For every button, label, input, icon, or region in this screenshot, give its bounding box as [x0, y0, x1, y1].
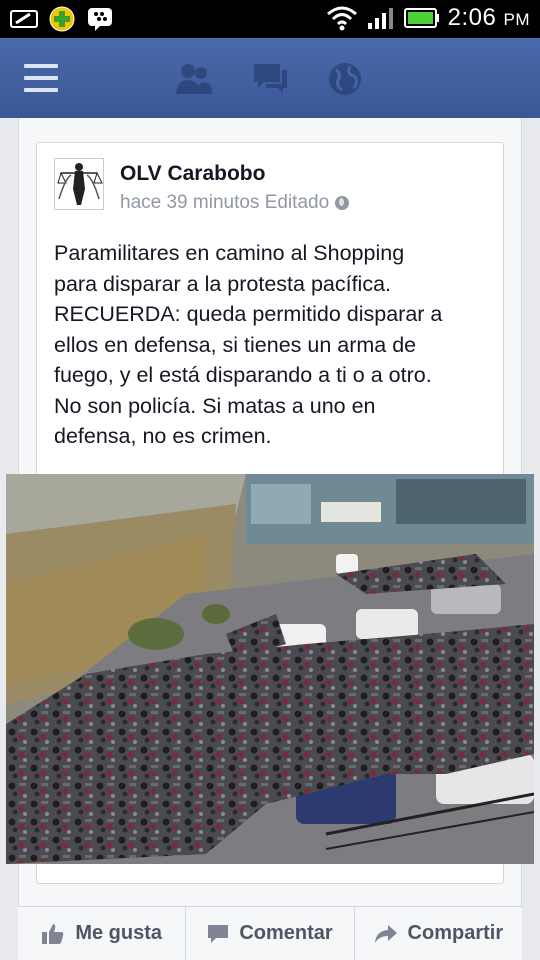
status-bar: 2:06 PM: [0, 0, 540, 38]
clock-ampm: PM: [503, 10, 530, 29]
menu-icon[interactable]: [24, 64, 58, 92]
notifications-globe-icon[interactable]: [326, 60, 366, 98]
plus-icon: [48, 6, 76, 32]
clock-time: 2:06: [447, 4, 497, 31]
friend-requests-icon[interactable]: [174, 60, 214, 98]
system-icons: 2:06 PM: [326, 4, 530, 32]
comment-icon: [208, 924, 229, 943]
comment-button[interactable]: Comentar: [186, 907, 355, 960]
post-time[interactable]: hace 39 minutos Editado: [120, 192, 329, 214]
comment-label: Comentar: [239, 922, 333, 944]
post-author[interactable]: OLV Carabobo: [120, 162, 265, 186]
wifi-icon: [326, 6, 357, 31]
post-meta: hace 39 minutos Editado: [120, 192, 350, 214]
like-label: Me gusta: [75, 922, 162, 944]
globe-icon: [335, 196, 350, 210]
post-photo[interactable]: [6, 474, 534, 864]
share-arrow-icon: [374, 924, 397, 943]
photo-crowd-motorcycles: [6, 474, 534, 864]
share-label: Compartir: [407, 922, 504, 944]
notification-icons: [10, 6, 114, 32]
cell-signal-icon: [367, 8, 393, 29]
avatar[interactable]: [54, 158, 104, 210]
battery-icon: [403, 8, 439, 28]
thumbs-up-icon: [42, 923, 64, 944]
post-text: Paramilitares en camino al Shopping para…: [54, 241, 443, 448]
facebook-top-bar: [0, 38, 540, 118]
bbm-icon: [86, 6, 114, 32]
justice-figure-icon: [57, 163, 103, 205]
clock: 2:06 PM: [448, 4, 530, 32]
share-button[interactable]: Compartir: [355, 907, 522, 960]
messages-icon[interactable]: [250, 60, 290, 98]
signal-edit-icon: [10, 6, 38, 32]
story-action-bar: Me gusta Comentar Compartir: [18, 906, 522, 960]
like-button[interactable]: Me gusta: [18, 907, 187, 960]
